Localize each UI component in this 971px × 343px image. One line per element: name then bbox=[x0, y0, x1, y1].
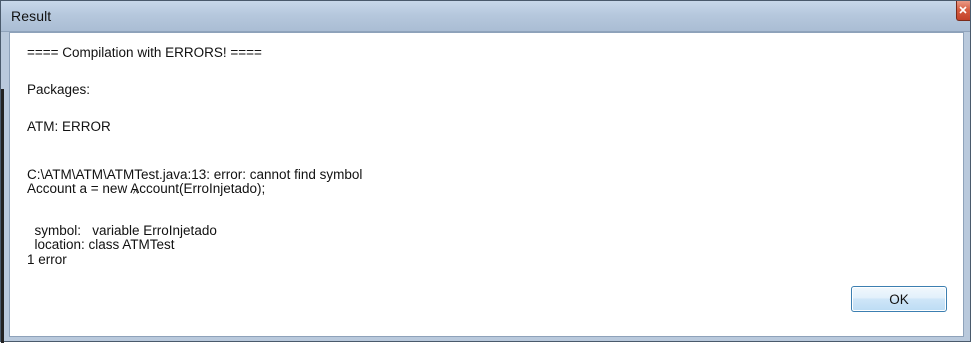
location-line: location: class ATMTest bbox=[27, 237, 175, 252]
error-count: 1 error bbox=[27, 252, 67, 267]
packages-label: Packages: bbox=[27, 82, 91, 97]
package-status: ATM: ERROR bbox=[27, 119, 111, 134]
ok-button[interactable]: OK bbox=[851, 286, 947, 312]
error-line: Account a = new Account(ErroInjetado); bbox=[27, 181, 266, 196]
background-window-edge bbox=[1, 89, 4, 343]
close-icon bbox=[959, 6, 967, 14]
window-title: Result bbox=[11, 8, 52, 24]
close-button[interactable] bbox=[956, 1, 970, 21]
error-caret: ^ bbox=[133, 188, 139, 200]
title-bar[interactable]: Result bbox=[1, 1, 970, 32]
result-dialog: Result ==== Compilation with ERRORS! ===… bbox=[0, 0, 971, 343]
compilation-header: ==== Compilation with ERRORS! ==== bbox=[27, 45, 262, 60]
